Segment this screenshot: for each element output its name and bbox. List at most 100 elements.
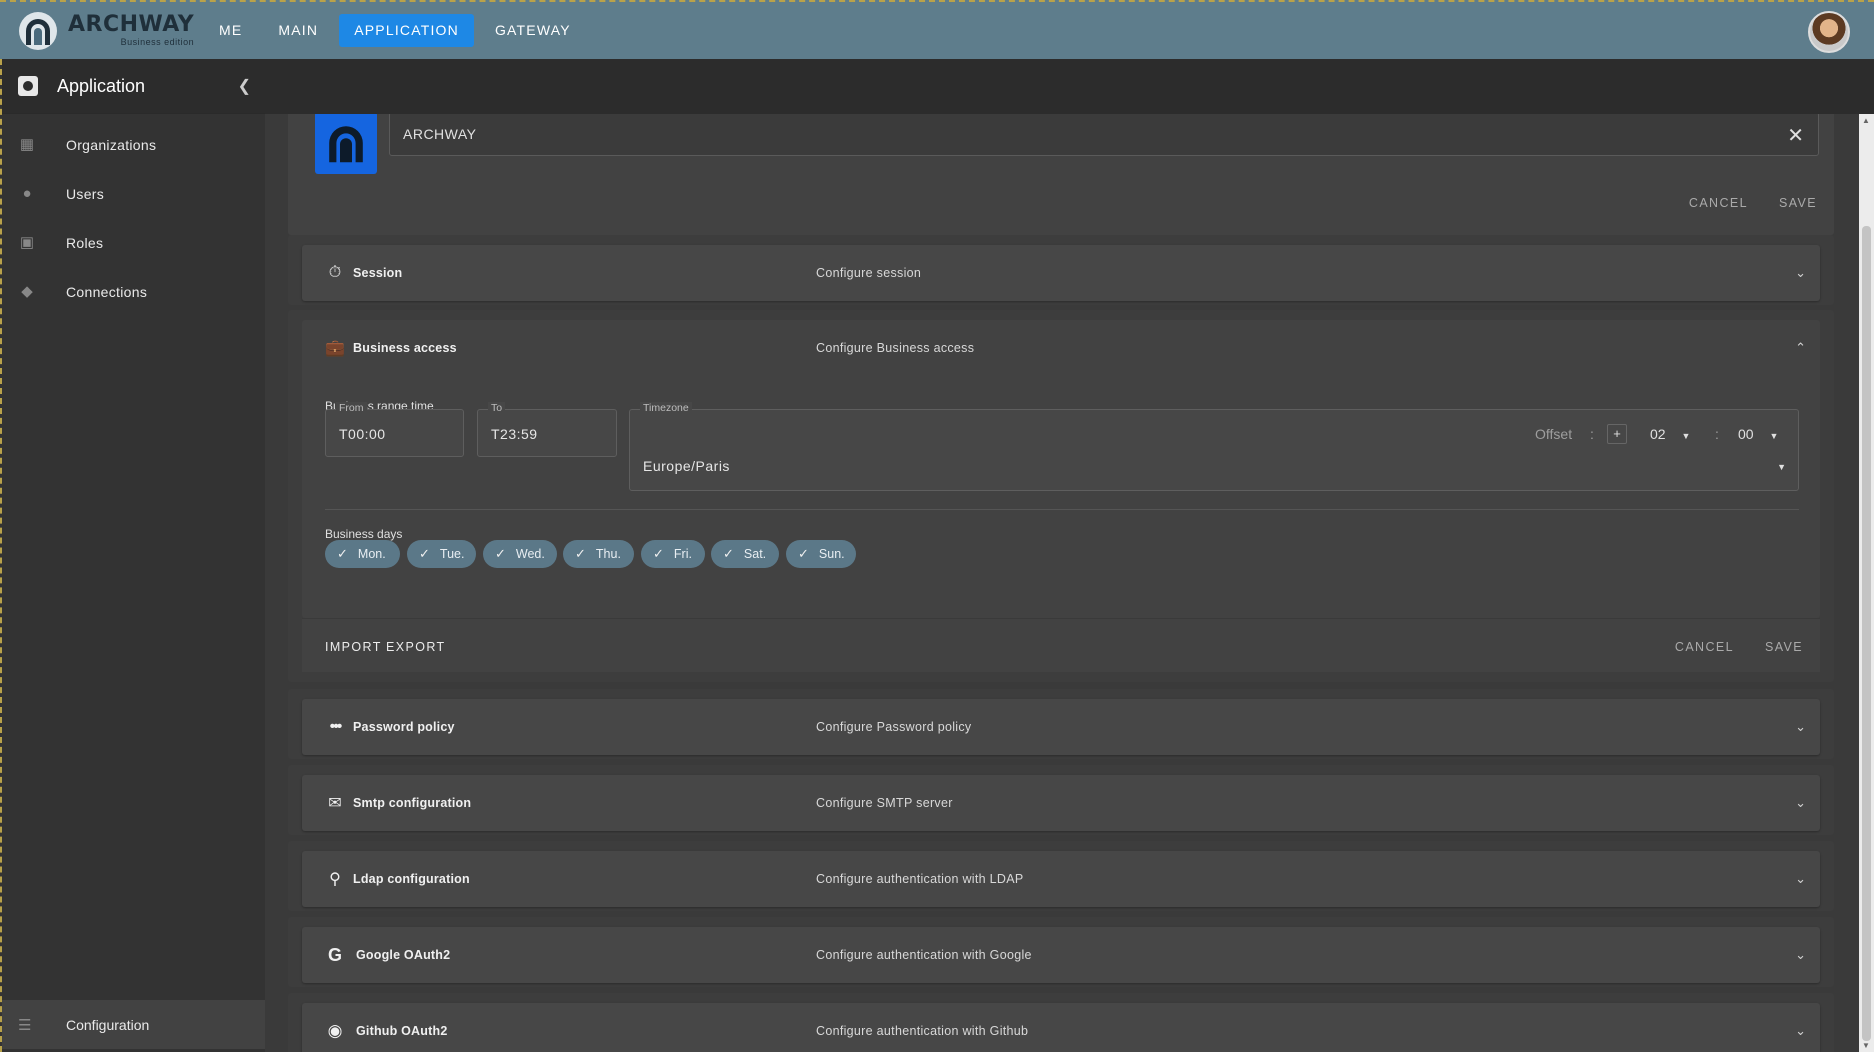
top-app-bar: ARCHWAY Business edition ME MAIN APPLICA… [0, 0, 1874, 59]
check-icon: ✓ [495, 546, 506, 561]
gear-icon [18, 76, 38, 96]
offset-minutes-select[interactable]: 00 ▼ [1738, 426, 1778, 442]
day-label: Thu. [595, 547, 621, 561]
vertical-scrollbar[interactable]: ▲ ▼ [1859, 114, 1874, 1052]
nav-me[interactable]: ME [204, 14, 257, 47]
scroll-up-arrow-icon[interactable]: ▲ [1862, 116, 1870, 125]
panel-description: Configure authentication with Github [816, 1024, 1029, 1038]
sidebar-item-organizations[interactable]: ▦ Organizations [2, 120, 265, 169]
from-value: T00:00 [339, 426, 386, 442]
panel-title: Password policy [353, 720, 455, 734]
nav-main[interactable]: MAIN [263, 14, 333, 47]
briefcase-clock-icon: 💼 [325, 340, 345, 357]
day-chip-sat[interactable]: ✓ Sat. [711, 540, 779, 568]
chevron-down-icon[interactable]: ⌄ [1795, 871, 1806, 887]
github-oauth-card: ◉ Github OAuth2 Configure authentication… [288, 993, 1834, 1052]
ldap-card: ⚲ Ldap configuration Configure authentic… [288, 841, 1834, 911]
business-days-label: Business days [325, 527, 403, 541]
application-name-value[interactable] [390, 114, 1818, 155]
nav-gateway[interactable]: GATEWAY [480, 14, 586, 47]
from-time-field[interactable]: From T00:00 [325, 402, 464, 457]
sidebar-item-connections[interactable]: ◆ Connections [2, 267, 265, 316]
check-icon: ✓ [653, 546, 664, 561]
nav-application[interactable]: APPLICATION [339, 14, 474, 47]
day-label: Sat. [743, 547, 767, 561]
caret-down-icon[interactable]: ▼ [1777, 462, 1786, 472]
sliders-icon: ☰ [18, 1016, 32, 1034]
session-card: ⏱ Session Configure session ⌄ [288, 235, 1834, 305]
offset-label: Offset [1535, 426, 1573, 442]
scroll-down-arrow-icon[interactable]: ▼ [1862, 1041, 1870, 1050]
application-logo[interactable] [315, 114, 377, 174]
mail-icon: ✉ [328, 795, 342, 812]
check-icon: ✓ [337, 546, 348, 561]
to-time-field[interactable]: To T23:59 [477, 402, 617, 457]
sidebar-title: Application [57, 75, 146, 96]
day-chip-sun[interactable]: ✓ Sun. [786, 540, 856, 568]
application-name-input[interactable]: ✕ [389, 114, 1819, 156]
password-policy-card: ••• Password policy Configure Password p… [288, 689, 1834, 759]
business-access-header[interactable]: 💼 Business access Configure Business acc… [302, 320, 1820, 376]
chevron-down-icon[interactable]: ⌄ [1795, 947, 1806, 963]
sidebar-item-configuration[interactable]: ☰ Configuration [2, 1000, 265, 1049]
github-oauth-panel[interactable]: ◉ Github OAuth2 Configure authentication… [302, 1003, 1820, 1052]
save-button[interactable]: SAVE [1779, 196, 1817, 210]
smtp-panel[interactable]: ✉ Smtp configuration Configure SMTP serv… [302, 775, 1820, 831]
offset-time-separator: : [1715, 426, 1719, 442]
offset-hours-select[interactable]: 02 ▼ [1650, 426, 1690, 442]
offset-minutes-value: 00 [1738, 426, 1754, 442]
day-chip-mon[interactable]: ✓ Mon. [325, 540, 400, 568]
panel-description: Configure session [816, 266, 922, 280]
chevron-down-icon[interactable]: ⌄ [1795, 265, 1806, 281]
business-access-card: 💼 Business access Configure Business acc… [288, 310, 1834, 682]
export-button[interactable]: EXPORT [386, 640, 446, 654]
user-avatar[interactable] [1808, 11, 1850, 53]
check-icon: ✓ [575, 546, 586, 561]
offset-hours-value: 02 [1650, 426, 1666, 442]
archway-logo-icon [19, 11, 57, 50]
sidebar-item-users[interactable]: ● Users [2, 169, 265, 218]
ldap-panel[interactable]: ⚲ Ldap configuration Configure authentic… [302, 851, 1820, 907]
sidebar-item-label: Users [66, 185, 105, 202]
chevron-down-icon[interactable]: ⌄ [1795, 795, 1806, 811]
chevron-left-icon[interactable]: ❮ [238, 76, 251, 96]
check-icon: ✓ [798, 546, 809, 561]
password-dots-icon: ••• [329, 718, 343, 735]
scrollbar-thumb[interactable] [1862, 226, 1871, 1041]
application-identity-card: ✕ CANCEL SAVE [288, 114, 1834, 235]
cancel-button[interactable]: CANCEL [1675, 640, 1734, 654]
panel-title: Session [353, 266, 403, 280]
close-icon[interactable]: ✕ [1787, 123, 1804, 148]
key-icon: ⚲ [329, 871, 341, 888]
chevron-down-icon[interactable]: ⌄ [1795, 1023, 1806, 1039]
panel-title: Ldap configuration [353, 872, 470, 886]
import-button[interactable]: IMPORT [325, 640, 382, 654]
cancel-button[interactable]: CANCEL [1689, 196, 1748, 210]
sidebar-item-label: Configuration [66, 1016, 150, 1033]
chevron-up-icon[interactable]: ⌃ [1795, 340, 1806, 356]
timezone-value[interactable]: Europe/Paris [643, 458, 730, 474]
save-button[interactable]: SAVE [1765, 640, 1803, 654]
chevron-down-icon[interactable]: ⌄ [1795, 719, 1806, 735]
day-label: Wed. [515, 547, 545, 561]
panel-description: Configure Password policy [816, 720, 972, 734]
badge-icon: ▣ [19, 233, 35, 251]
business-access-actions: IMPORT EXPORT CANCEL SAVE [302, 618, 1820, 672]
check-icon: ✓ [723, 546, 734, 561]
password-policy-panel[interactable]: ••• Password policy Configure Password p… [302, 699, 1820, 755]
sidebar-header: Application ❮ [2, 59, 265, 114]
session-panel[interactable]: ⏱ Session Configure session ⌄ [302, 245, 1820, 301]
google-oauth-panel[interactable]: G Google OAuth2 Configure authentication… [302, 927, 1820, 983]
day-label: Mon. [357, 547, 386, 561]
day-chip-tue[interactable]: ✓ Tue. [407, 540, 476, 568]
offset-sign-toggle[interactable]: + [1607, 424, 1627, 444]
sidebar-item-roles[interactable]: ▣ Roles [2, 218, 265, 267]
to-legend: To [488, 402, 506, 414]
google-icon: G [327, 944, 342, 965]
day-chip-wed[interactable]: ✓ Wed. [483, 540, 557, 568]
day-label: Sun. [818, 547, 845, 561]
archway-logo[interactable]: ARCHWAY Business edition [18, 11, 204, 51]
check-icon: ✓ [419, 546, 430, 561]
day-chip-fri[interactable]: ✓ Fri. [641, 540, 705, 568]
day-chip-thu[interactable]: ✓ Thu. [563, 540, 634, 568]
